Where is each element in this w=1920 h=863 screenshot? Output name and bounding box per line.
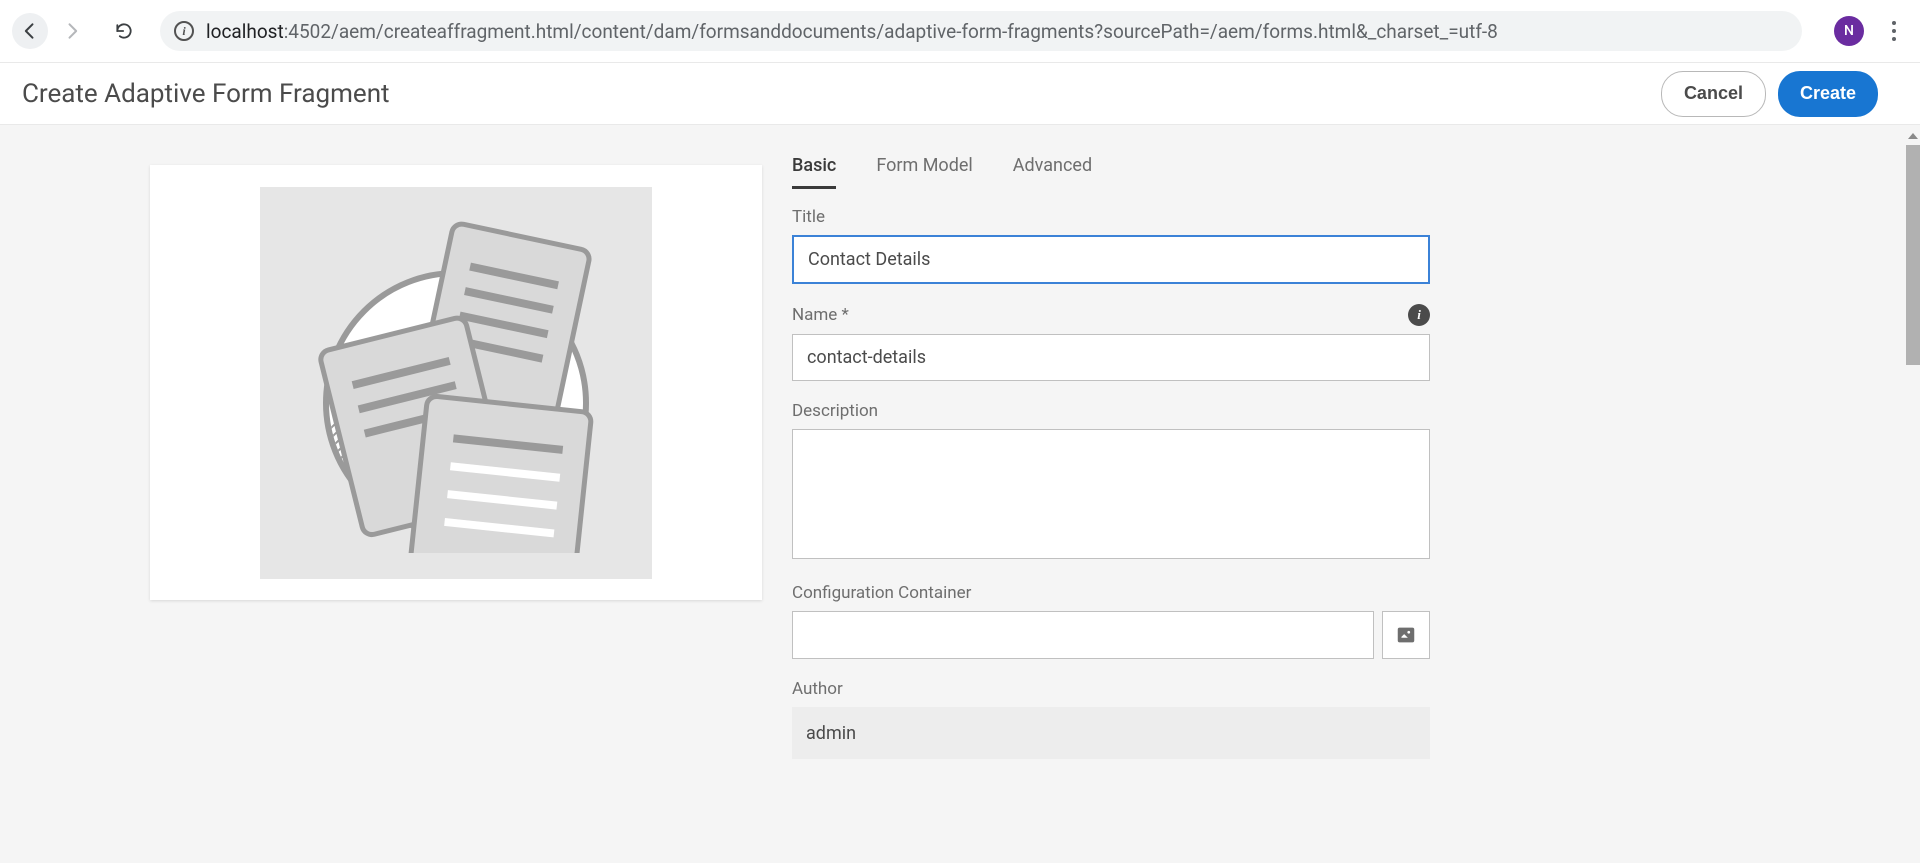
description-textarea[interactable]	[792, 429, 1430, 559]
bookmark-star-icon[interactable]	[1778, 22, 1788, 41]
page-title: Create Adaptive Form Fragment	[22, 79, 390, 109]
config-container-picker-button[interactable]	[1382, 611, 1430, 659]
name-label: Name *	[792, 305, 849, 325]
content-area: Basic Form Model Advanced Title Name * i…	[0, 125, 1920, 863]
cancel-button[interactable]: Cancel	[1661, 71, 1766, 117]
create-button[interactable]: Create	[1778, 71, 1878, 117]
forward-button[interactable]	[54, 13, 90, 49]
thumbnail-panel	[150, 165, 762, 600]
thumbnail-placeholder-icon	[260, 187, 652, 579]
url-bar[interactable]: i localhost:4502/aem/createaffragment.ht…	[160, 11, 1802, 51]
browser-toolbar: i localhost:4502/aem/createaffragment.ht…	[0, 0, 1920, 62]
back-button[interactable]	[12, 13, 48, 49]
config-container-input[interactable]	[792, 611, 1374, 659]
field-author: Author	[792, 679, 1430, 759]
reload-button[interactable]	[106, 13, 142, 49]
title-input[interactable]	[792, 235, 1430, 284]
description-label: Description	[792, 401, 878, 421]
scrollbar-thumb[interactable]	[1906, 145, 1920, 365]
field-config-container: Configuration Container	[792, 583, 1430, 659]
tab-basic[interactable]: Basic	[792, 155, 836, 189]
profile-avatar[interactable]: N	[1834, 16, 1864, 46]
field-name: Name * i	[792, 304, 1430, 381]
field-title: Title	[792, 207, 1430, 284]
author-input	[792, 707, 1430, 759]
site-info-icon[interactable]: i	[174, 21, 194, 41]
tab-advanced[interactable]: Advanced	[1013, 155, 1092, 189]
app-header: Create Adaptive Form Fragment Cancel Cre…	[0, 62, 1920, 125]
title-label: Title	[792, 207, 825, 227]
name-input[interactable]	[792, 334, 1430, 381]
tab-form-model[interactable]: Form Model	[876, 155, 972, 189]
scroll-up-arrow[interactable]	[1907, 127, 1919, 139]
tabs: Basic Form Model Advanced	[792, 155, 1430, 189]
field-description: Description	[792, 401, 1430, 563]
form-panel: Basic Form Model Advanced Title Name * i…	[792, 125, 1430, 863]
config-container-label: Configuration Container	[792, 583, 971, 603]
browser-menu-icon[interactable]	[1880, 15, 1908, 47]
url-text: localhost:4502/aem/createaffragment.html…	[206, 20, 1498, 43]
thumbnail-card	[150, 165, 762, 600]
author-label: Author	[792, 679, 843, 699]
info-icon[interactable]: i	[1408, 304, 1430, 326]
